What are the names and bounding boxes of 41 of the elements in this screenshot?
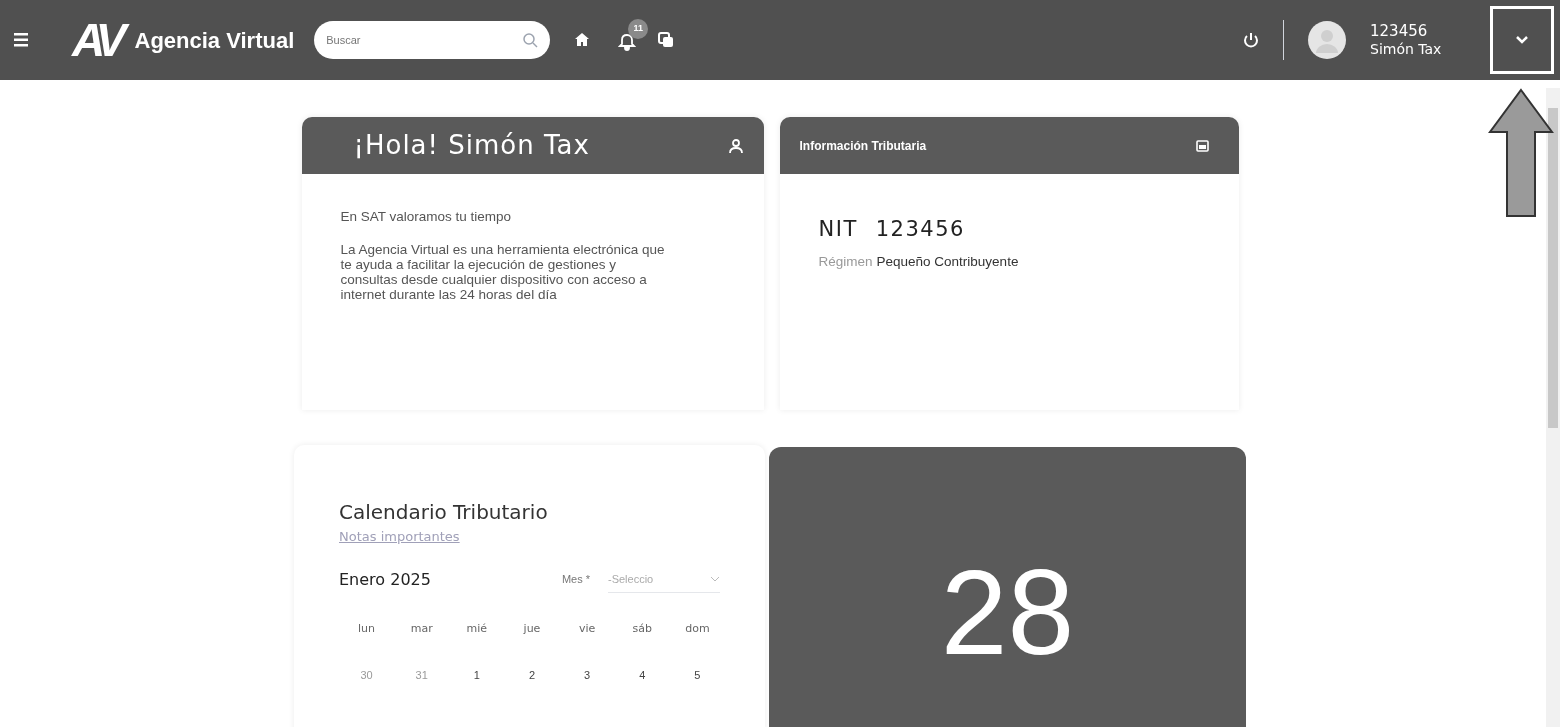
greeting-title: ¡Hola! Simón Tax: [353, 129, 590, 162]
weekday-label: vie: [577, 620, 597, 637]
tagline: En SAT valoramos tu tiempo: [340, 209, 513, 224]
notification-badge: 11: [628, 19, 649, 39]
weekday-label: mar: [409, 620, 434, 637]
calendar-day[interactable]: 1: [449, 667, 505, 684]
windows-icon[interactable]: [658, 32, 675, 48]
bell-icon[interactable]: [618, 33, 637, 51]
search-field[interactable]: Buscar: [314, 21, 551, 59]
month-label: Mes *: [561, 572, 590, 588]
dropdown-button[interactable]: [1490, 6, 1554, 74]
app-name: Agencia Virtual: [134, 26, 295, 55]
user-icon: [727, 137, 744, 154]
user-id: 123456: [1370, 22, 1429, 40]
scrollbar[interactable]: [1546, 88, 1560, 727]
home-icon[interactable]: [574, 32, 591, 48]
weekday-label: mié: [465, 620, 489, 637]
card-title: Información Tributaria: [799, 137, 927, 155]
today-date: 28: [940, 552, 1075, 672]
description: La Agencia Virtual es una herramienta electrónica que te ayuda a facilitar la ejecución de gestiones y consultas desde cualquier dispositivo con acceso a internet durante las 24 horas del día: [340, 242, 666, 302]
calendar-day[interactable]: 4: [614, 667, 670, 684]
weekday-label: sáb: [631, 620, 653, 637]
user-name: Simón Tax: [1370, 40, 1443, 58]
calendar-day[interactable]: 2: [504, 667, 560, 684]
weekday-label: dom: [684, 620, 711, 637]
power-icon[interactable]: [1243, 32, 1259, 48]
calendar-day[interactable]: 3: [559, 667, 615, 684]
calendar-title: Calendario Tributario: [339, 499, 549, 526]
calendar-day[interactable]: 5: [669, 667, 725, 684]
chevron-icon: [1516, 36, 1528, 44]
nit-value: 123456: [875, 216, 965, 243]
avatar[interactable]: [1308, 21, 1346, 59]
regime-value: Pequeño Contribuyente: [876, 252, 1019, 271]
chevron-icon: [710, 576, 720, 582]
regime-label: Régimen: [818, 252, 873, 271]
month-title: Enero 2025: [339, 568, 432, 591]
calendar-icon: [1195, 139, 1209, 152]
weekday-label: lun: [357, 620, 377, 637]
search-icon: [522, 32, 539, 48]
nit-label: NIT: [818, 216, 858, 243]
weekday-label: jue: [522, 620, 542, 637]
